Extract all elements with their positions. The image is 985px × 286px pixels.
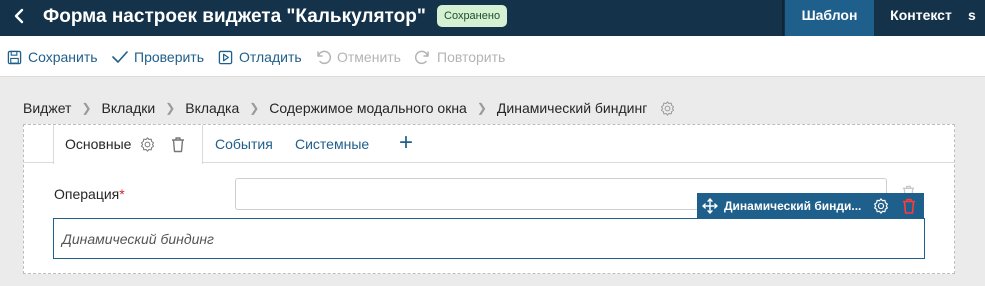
undo-label: Отменить — [337, 49, 401, 65]
save-button[interactable]: Сохранить — [7, 47, 98, 67]
debug-label: Отладить — [239, 49, 302, 65]
trash-icon[interactable] — [170, 136, 186, 158]
breadcrumb-item-tab[interactable]: Вкладка — [185, 100, 239, 116]
check-button[interactable]: Проверить — [112, 47, 204, 67]
tab-main-label: Основные — [65, 136, 132, 152]
breadcrumb-item-dynamic-binding: Динамический биндинг — [496, 100, 648, 116]
tab-system[interactable]: Системные — [295, 136, 369, 152]
chevron-right-icon: ❯ — [165, 101, 176, 115]
redo-label: Повторить — [437, 49, 506, 65]
chevron-right-icon: ❯ — [476, 101, 487, 115]
tab-context[interactable]: Контекст — [874, 0, 968, 36]
dynamic-binding-placeholder: Динамический биндинг — [62, 231, 214, 247]
check-label: Проверить — [134, 49, 205, 65]
debug-button[interactable]: Отладить — [218, 47, 302, 67]
redo-button[interactable]: Повторить — [415, 47, 505, 67]
selected-element-toolbar: Динамический бинди... — [697, 193, 924, 219]
save-icon — [7, 50, 22, 64]
undo-icon — [317, 50, 331, 65]
gear-icon[interactable] — [659, 100, 676, 117]
top-header: Форма настроек виджета "Калькулятор" Сох… — [0, 0, 985, 36]
page-title: Форма настроек виджета "Калькулятор" — [43, 6, 426, 27]
debug-play-icon — [218, 50, 233, 64]
breadcrumb-item-widget[interactable]: Виджет — [23, 100, 71, 116]
gear-icon[interactable] — [139, 136, 156, 158]
save-label: Сохранить — [28, 49, 98, 65]
delete-trash-icon[interactable] — [901, 197, 917, 220]
breadcrumb: Виджет ❯ Вкладки ❯ Вкладка ❯ Содержимое … — [23, 98, 676, 118]
gear-icon[interactable] — [872, 197, 890, 220]
status-badge: Сохранено — [437, 5, 508, 27]
chevron-right-icon: ❯ — [81, 101, 92, 115]
toolbar: Сохранить Проверить Отладить Отменить По… — [0, 36, 985, 77]
tab-template[interactable]: Шаблон — [785, 0, 874, 36]
add-tab-button[interactable]: + — [399, 131, 413, 155]
selected-element-label: Динамический бинди... — [724, 199, 862, 213]
breadcrumb-item-tabs[interactable]: Вкладки — [102, 100, 156, 116]
tab-events[interactable]: События — [215, 136, 273, 152]
tabs-bar: Основные События Системные + — [24, 125, 954, 164]
dynamic-binding-area[interactable]: Динамический биндинг — [53, 218, 925, 259]
move-icon[interactable] — [702, 198, 718, 219]
breadcrumb-item-modal-content[interactable]: Содержимое модального окна — [269, 100, 467, 116]
checkmark-icon — [112, 51, 128, 63]
tab-main[interactable]: Основные — [53, 125, 203, 164]
operation-label: Операция* — [54, 186, 125, 202]
back-arrow-icon[interactable] — [8, 4, 32, 28]
header-divider — [782, 0, 784, 36]
redo-icon — [415, 50, 429, 65]
chevron-right-icon: ❯ — [249, 101, 260, 115]
undo-button[interactable]: Отменить — [315, 47, 401, 67]
tab-overflow[interactable]: s — [968, 0, 985, 36]
